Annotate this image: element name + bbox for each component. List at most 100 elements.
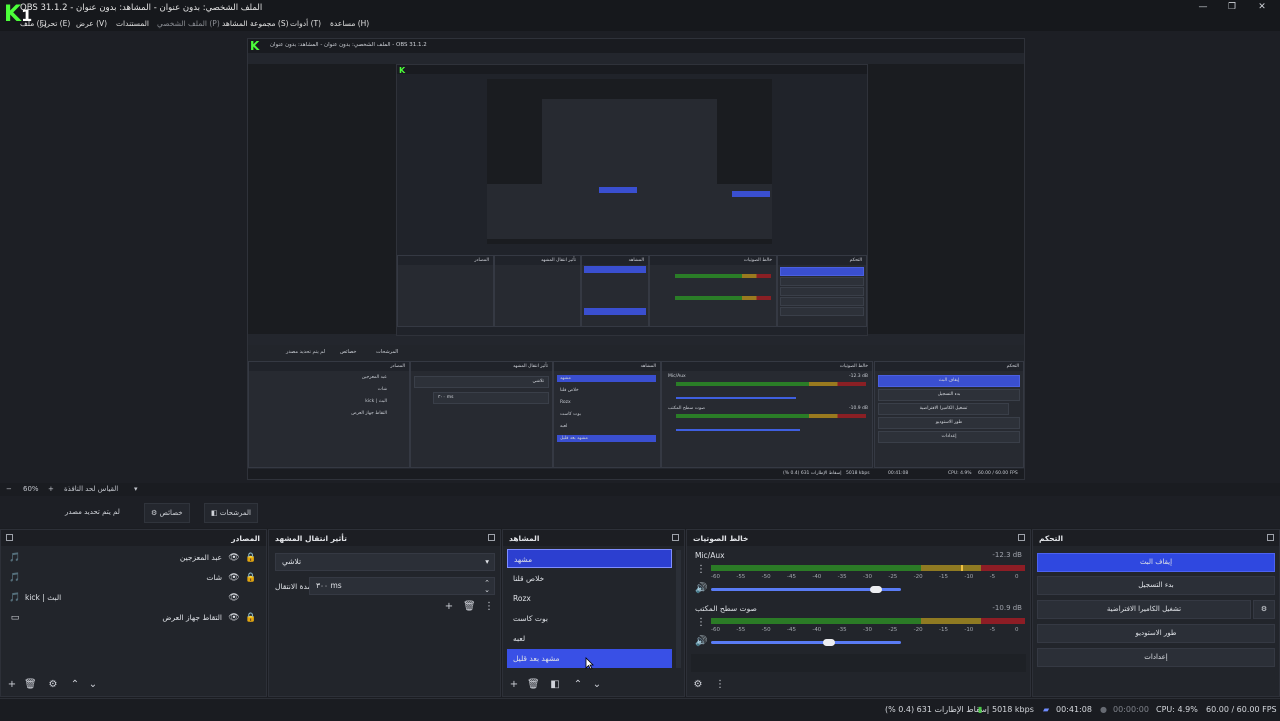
meter-scale-tick: -60 [711, 574, 720, 580]
undock-icon[interactable] [1018, 534, 1025, 541]
filters-button[interactable]: ◧ المرشحات [204, 503, 258, 523]
nested-sources-title: المصادر [249, 362, 409, 371]
menu-scene-collection[interactable]: مجموعة المشاهد (S) [222, 19, 289, 28]
studio-mode-button[interactable]: طور الاستوديو [1037, 624, 1275, 643]
eye-icon[interactable]: 👁 [228, 572, 240, 584]
virtual-camera-settings-button[interactable]: ⚙ [1253, 600, 1275, 619]
nested-2-sources-title: المصادر [398, 256, 493, 265]
stop-streaming-button[interactable]: إيقاف البث [1037, 553, 1275, 572]
gear-icon[interactable]: ⚙ [692, 679, 704, 691]
nested-meter-0 [676, 382, 866, 386]
undock-icon[interactable] [672, 534, 679, 541]
scene-item[interactable]: لعبه [507, 629, 672, 648]
properties-button[interactable]: ⚙ خصائص [144, 503, 190, 523]
more-icon[interactable]: ⋮ [695, 564, 707, 576]
menu-edit[interactable]: تحرير (E) [40, 19, 70, 28]
add-icon[interactable]: + [6, 679, 18, 691]
eye-icon[interactable]: 👁 [228, 612, 240, 624]
menu-profile[interactable]: الملف الشخصي (P) [157, 19, 220, 28]
meter-scale-tick: -15 [939, 574, 948, 580]
scene-item[interactable]: خلاص قلنا [507, 569, 672, 588]
maximize-icon[interactable]: ❐ [1225, 1, 1239, 14]
nested-2-scene-sel [584, 266, 646, 273]
nested-status-bitrate: 5018 kbps [846, 471, 870, 476]
virtual-camera-button[interactable]: تشغيل الكاميرا الافتراضية [1037, 600, 1251, 619]
menu-docks[interactable]: المستندات [116, 19, 149, 28]
close-icon[interactable]: ✕ [1255, 1, 1269, 14]
filter-icon[interactable]: ◧ [549, 679, 561, 691]
nested-ctl-2: تشغيل الكاميرا الافتراضية [878, 403, 1009, 415]
source-row[interactable]: 🎵 kick | البث 👁 [5, 589, 262, 608]
undock-icon[interactable] [6, 534, 13, 541]
nested-ctl-4: إعدادات [878, 431, 1020, 443]
duration-input[interactable]: ٣٠٠ ms ⌃ ⌄ [309, 577, 495, 595]
source-toolbar: لم يتم تحديد مصدر ⚙ خصائص ◧ المرشحات [0, 496, 1280, 528]
scene-item[interactable]: Rozx [507, 589, 672, 608]
add-icon[interactable]: + [508, 679, 520, 691]
menu-view[interactable]: عرض (V) [76, 19, 107, 28]
gear-icon[interactable]: ⚙ [47, 679, 59, 691]
fit-to-window[interactable]: القياس لحد النافذة [64, 485, 118, 493]
volume-knob[interactable] [870, 586, 883, 593]
sources-footer: + 🗑 ⚙ ⌃ ⌄ [1, 674, 266, 696]
zoom-out-button[interactable]: − [6, 485, 12, 493]
signal-icon: ▮ [978, 705, 983, 714]
volume-icon[interactable]: 🔊 [695, 583, 707, 595]
trash-icon[interactable]: 🗑 [527, 679, 540, 691]
more-icon[interactable]: ⋮ [695, 617, 707, 629]
move-up-icon[interactable]: ⌃ [572, 679, 584, 691]
lock-icon[interactable]: 🔒 [245, 612, 257, 624]
duration-value: ٣٠٠ ms [316, 581, 342, 590]
scene-item[interactable]: مشهد [507, 549, 672, 568]
menu-tools[interactable]: أدوات (T) [290, 19, 321, 28]
add-icon[interactable]: + [443, 601, 455, 613]
nested-3-preview [487, 79, 772, 244]
stream-icon: ▰ [1043, 705, 1050, 714]
menu-help[interactable]: مساعدة (H) [330, 19, 369, 28]
volume-icon[interactable]: 🔊 [695, 636, 707, 648]
trash-icon[interactable]: 🗑 [24, 679, 37, 691]
trash-icon[interactable]: 🗑 [463, 601, 476, 613]
more-icon[interactable]: ⋮ [714, 679, 726, 691]
transition-select[interactable]: تلاشي ▾ [275, 553, 495, 571]
minimize-icon[interactable]: — [1196, 1, 1210, 14]
settings-button[interactable]: إعدادات [1037, 648, 1275, 667]
volume-knob[interactable] [822, 639, 835, 646]
eye-icon[interactable]: 👁 [228, 592, 240, 604]
meter-scale-tick: -35 [837, 574, 847, 580]
undock-icon[interactable] [488, 534, 495, 541]
nested-source-0: عبد المعزجين [361, 375, 387, 380]
lock-icon[interactable]: 🔒 [245, 572, 257, 584]
meter-scale-tick: -30 [863, 574, 872, 580]
meter-scale-tick: 0 [1015, 627, 1019, 633]
spin-down-icon[interactable]: ⌄ [484, 582, 490, 598]
preview-canvas[interactable]: الملف الشخصي: بدون عنوان - المشاهد: بدون… [0, 31, 1280, 483]
sources-dock: المصادر 🎵 عبد المعزجين 👁 🔒 🎵 شات 👁 🔒 🎵 k… [0, 529, 267, 697]
chevron-down-icon[interactable]: ▾ [134, 485, 138, 493]
mixer-channel-name: Mic/Aux [695, 551, 725, 560]
title-bar: OBS 31.1.2 - الملف الشخصي: بدون عنوان - … [0, 0, 1280, 16]
eye-icon[interactable]: 👁 [228, 552, 240, 564]
scenes-scrollbar[interactable] [676, 550, 681, 668]
transitions-title: تأثير انتقال المشهد [275, 534, 347, 543]
nested-2-ctl-2 [780, 277, 864, 286]
source-row[interactable]: 🎵 شات 👁 🔒 [5, 569, 262, 588]
move-up-icon[interactable]: ⌃ [69, 679, 81, 691]
undock-icon[interactable] [1267, 534, 1274, 541]
start-recording-button[interactable]: بدء التسجيل [1037, 576, 1275, 595]
duration-label: مدة الانتقال [275, 582, 312, 591]
audio-source-icon: 🎵 [9, 573, 21, 583]
source-row[interactable]: 🎵 عبد المعزجين 👁 🔒 [5, 549, 262, 568]
lock-icon[interactable]: 🔒 [245, 552, 257, 564]
move-down-icon[interactable]: ⌄ [591, 679, 603, 691]
preview-zoom-bar: − 60% + القياس لحد النافذة ▾ [0, 483, 1280, 496]
nested-mixer-title: خالط الصوتيات [662, 362, 872, 371]
volume-slider[interactable] [711, 641, 901, 644]
source-row[interactable]: ▭ التقاط جهاز العرض 👁 🔒 [5, 609, 262, 628]
scene-item[interactable]: بوت كاست [507, 609, 672, 628]
zoom-in-button[interactable]: + [48, 485, 54, 493]
more-icon[interactable]: ⋮ [483, 601, 495, 613]
mixer-footer: ⚙ ⋮ [687, 674, 1030, 696]
meter-scale-tick: -60 [711, 627, 720, 633]
move-down-icon[interactable]: ⌄ [87, 679, 99, 691]
